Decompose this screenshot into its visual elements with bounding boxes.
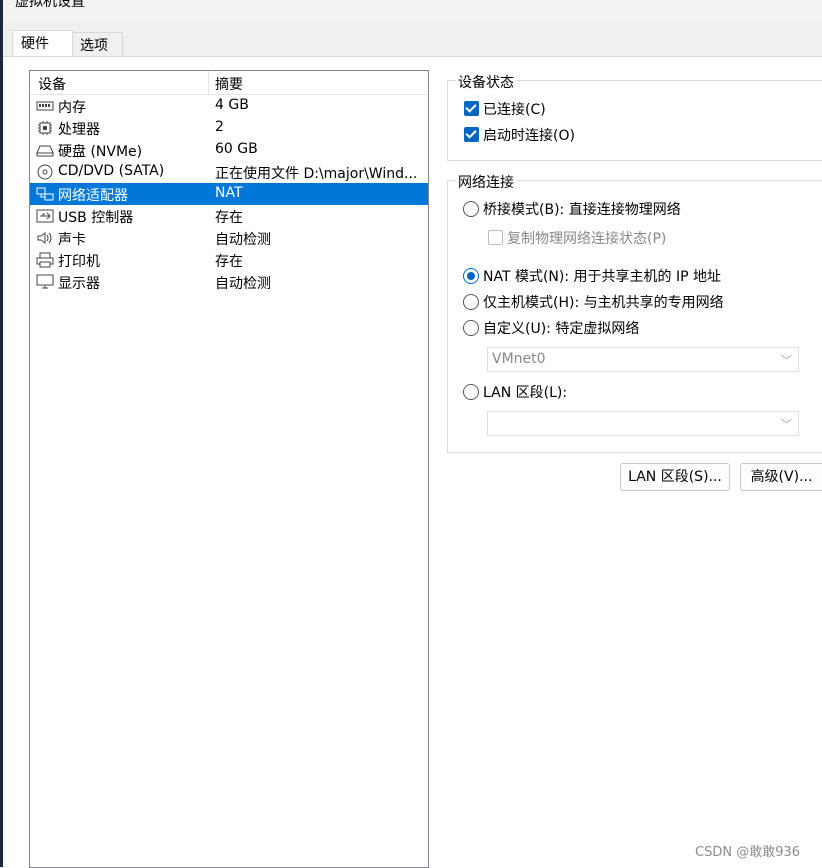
host-only-label[interactable]: 仅主机模式(H): 与主机共享的专用网络 [483,292,724,312]
hard-disk-icon [36,145,54,157]
device-row-hard-disk[interactable]: 硬盘 (NVMe) 60 GB [30,139,428,161]
custom-network-select[interactable]: VMnet0 ﹀ [487,347,799,372]
custom-network-value: VMnet0 [492,351,546,367]
device-summary: 自动检测 [215,232,271,248]
nat-label[interactable]: NAT 模式(N): 用于共享主机的 IP 地址 [483,266,721,286]
device-row-sound-card[interactable]: 声卡 自动检测 [30,227,428,249]
replicate-state-checkbox[interactable] [488,230,503,245]
display-icon [36,274,54,289]
chevron-down-icon: ﹀ [781,354,792,367]
bridged-label[interactable]: 桥接模式(B): 直接连接物理网络 [483,199,681,219]
device-row-display[interactable]: 显示器 自动检测 [30,271,428,293]
watermark: CSDN @敢敢936 [695,845,801,860]
device-row-printer[interactable]: 打印机 存在 [30,249,428,271]
column-divider[interactable] [208,71,209,94]
device-summary: 4 GB [215,97,249,113]
device-summary: 存在 [215,210,243,226]
advanced-button[interactable]: 高级(V)... [740,463,822,491]
device-name: CD/DVD (SATA) [58,163,165,179]
connect-at-power-on-label[interactable]: 启动时连接(O) [483,125,575,145]
hardware-panel: 设备 摘要 内存 4 GB 处理器 2 硬盘 (NVMe) 60 GB CD/D… [3,56,822,868]
network-connection-group: 网络连接 桥接模式(B): 直接连接物理网络 复制物理网络连接状态(P) NAT… [447,172,822,453]
device-row-usb-controller[interactable]: USB 控制器 存在 [30,205,428,227]
device-row-cd-dvd[interactable]: CD/DVD (SATA) 正在使用文件 D:\major\Wind... [30,161,428,183]
printer-icon [36,252,54,268]
device-status-title: 设备状态 [456,72,516,92]
host-only-radio[interactable] [463,294,479,310]
device-summary: 2 [215,119,224,135]
device-summary: NAT [215,185,243,201]
lan-segment-radio[interactable] [463,384,479,400]
device-name: 处理器 [58,122,100,138]
device-name: 网络适配器 [58,188,128,204]
lan-segment-select[interactable]: ﹀ [487,411,799,436]
device-name: 打印机 [58,254,100,270]
device-name: 硬盘 (NVMe) [58,144,143,160]
device-summary: 正在使用文件 D:\major\Wind... [215,166,418,182]
device-list-header: 设备 摘要 [30,71,428,95]
bridged-radio[interactable] [463,201,479,217]
window-title: 虚拟机设置 [15,0,85,10]
device-summary: 存在 [215,254,243,270]
device-name: 声卡 [58,232,86,248]
tab-strip: 选项 硬件 [3,20,822,57]
device-summary: 60 GB [215,141,258,157]
memory-icon [36,101,54,111]
network-connection-title: 网络连接 [456,172,516,192]
connected-checkbox[interactable] [464,101,479,116]
custom-label[interactable]: 自定义(U): 特定虚拟网络 [483,318,639,338]
device-row-processor[interactable]: 处理器 2 [30,117,428,139]
replicate-state-label[interactable]: 复制物理网络连接状态(P) [507,228,666,248]
nat-radio[interactable] [463,268,479,284]
device-name: USB 控制器 [58,210,134,226]
connected-label[interactable]: 已连接(C) [483,99,546,119]
processor-icon [38,121,52,135]
lan-segment-label[interactable]: LAN 区段(L): [483,382,567,402]
lan-segments-button[interactable]: LAN 区段(S)... [620,463,730,491]
device-name: 内存 [58,100,86,116]
tab-options[interactable]: 选项 [71,32,123,56]
cd-dvd-icon [37,164,53,180]
device-row-memory[interactable]: 内存 4 GB [30,95,428,117]
device-status-group: 设备状态 已连接(C) 启动时连接(O) [447,72,822,161]
device-row-network-adapter[interactable]: 网络适配器 NAT [30,183,428,205]
tab-hardware[interactable]: 硬件 [12,30,73,57]
title-bar: 虚拟机设置 [3,0,822,20]
column-header-device[interactable]: 设备 [38,74,66,94]
usb-icon [36,209,54,223]
device-summary: 自动检测 [215,276,271,292]
connect-at-power-on-checkbox[interactable] [464,127,479,142]
device-name: 显示器 [58,276,100,292]
network-adapter-icon [36,187,54,201]
custom-radio[interactable] [463,320,479,336]
sound-icon [37,232,52,244]
chevron-down-icon: ﹀ [781,418,792,431]
device-list[interactable]: 设备 摘要 内存 4 GB 处理器 2 硬盘 (NVMe) 60 GB CD/D… [29,70,429,868]
column-header-summary[interactable]: 摘要 [215,74,243,94]
